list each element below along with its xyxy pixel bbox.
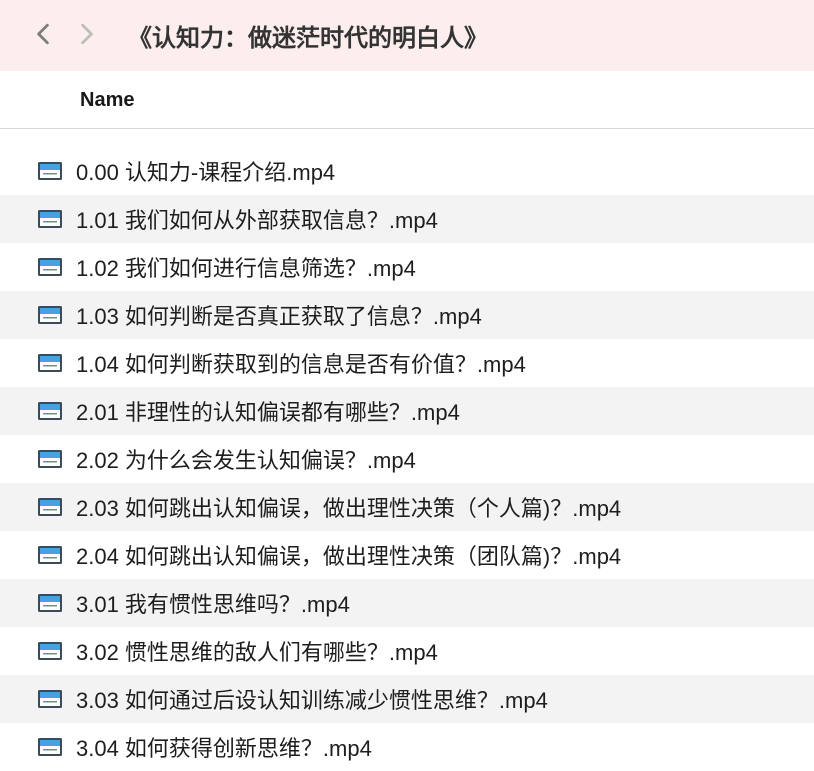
file-row[interactable]: 1.01 我们如何从外部获取信息？.mp4	[0, 195, 814, 243]
video-file-icon	[38, 210, 62, 228]
toolbar-header: 《认知力：做迷茫时代的明白人》	[0, 0, 814, 71]
file-row[interactable]: 1.04 如何判断获取到的信息是否有价值？.mp4	[0, 339, 814, 387]
file-name-label: 1.01 我们如何从外部获取信息？.mp4	[76, 203, 438, 235]
file-name-label: 1.04 如何判断获取到的信息是否有价值？.mp4	[76, 347, 526, 379]
forward-button[interactable]	[74, 20, 100, 52]
column-header-name[interactable]: Name	[80, 89, 134, 111]
file-row[interactable]: 3.01 我有惯性思维吗？.mp4	[0, 579, 814, 627]
video-file-icon	[38, 594, 62, 612]
video-file-icon	[38, 450, 62, 468]
file-row[interactable]: 0.00 认知力-课程介绍.mp4	[0, 147, 814, 195]
file-row[interactable]: 3.03 如何通过后设认知训练减少惯性思维？.mp4	[0, 675, 814, 723]
file-row[interactable]: 3.02 惯性思维的敌人们有哪些？.mp4	[0, 627, 814, 675]
file-row[interactable]: 2.02 为什么会发生认知偏误？.mp4	[0, 435, 814, 483]
video-file-icon	[38, 498, 62, 516]
file-list: 0.00 认知力-课程介绍.mp4 1.01 我们如何从外部获取信息？.mp4 …	[0, 129, 814, 771]
video-file-icon	[38, 738, 62, 756]
file-name-label: 1.02 我们如何进行信息筛选？.mp4	[76, 251, 416, 283]
video-file-icon	[38, 402, 62, 420]
file-name-label: 2.01 非理性的认知偏误都有哪些？.mp4	[76, 395, 460, 427]
file-name-label: 1.03 如何判断是否真正获取了信息？.mp4	[76, 299, 482, 331]
video-file-icon	[38, 162, 62, 180]
video-file-icon	[38, 258, 62, 276]
file-name-label: 3.01 我有惯性思维吗？.mp4	[76, 587, 350, 619]
file-name-label: 2.02 为什么会发生认知偏误？.mp4	[76, 443, 416, 475]
file-name-label: 2.04 如何跳出认知偏误，做出理性决策（团队篇)？.mp4	[76, 539, 621, 571]
file-row[interactable]: 2.03 如何跳出认知偏误，做出理性决策（个人篇)？.mp4	[0, 483, 814, 531]
video-file-icon	[38, 306, 62, 324]
file-row[interactable]: 2.01 非理性的认知偏误都有哪些？.mp4	[0, 387, 814, 435]
file-row[interactable]: 1.03 如何判断是否真正获取了信息？.mp4	[0, 291, 814, 339]
file-name-label: 3.02 惯性思维的敌人们有哪些？.mp4	[76, 635, 438, 667]
back-button[interactable]	[30, 20, 56, 52]
folder-title: 《认知力：做迷茫时代的明白人》	[128, 18, 488, 53]
file-name-label: 3.03 如何通过后设认知训练减少惯性思维？.mp4	[76, 683, 548, 715]
column-header-row: Name	[0, 71, 814, 128]
file-name-label: 2.03 如何跳出认知偏误，做出理性决策（个人篇)？.mp4	[76, 491, 621, 523]
file-name-label: 3.04 如何获得创新思维？.mp4	[76, 731, 372, 763]
file-row[interactable]: 2.04 如何跳出认知偏误，做出理性决策（团队篇)？.mp4	[0, 531, 814, 579]
file-name-label: 0.00 认知力-课程介绍.mp4	[76, 155, 335, 187]
video-file-icon	[38, 354, 62, 372]
video-file-icon	[38, 642, 62, 660]
file-row[interactable]: 3.04 如何获得创新思维？.mp4	[0, 723, 814, 771]
file-row[interactable]: 1.02 我们如何进行信息筛选？.mp4	[0, 243, 814, 291]
video-file-icon	[38, 690, 62, 708]
video-file-icon	[38, 546, 62, 564]
